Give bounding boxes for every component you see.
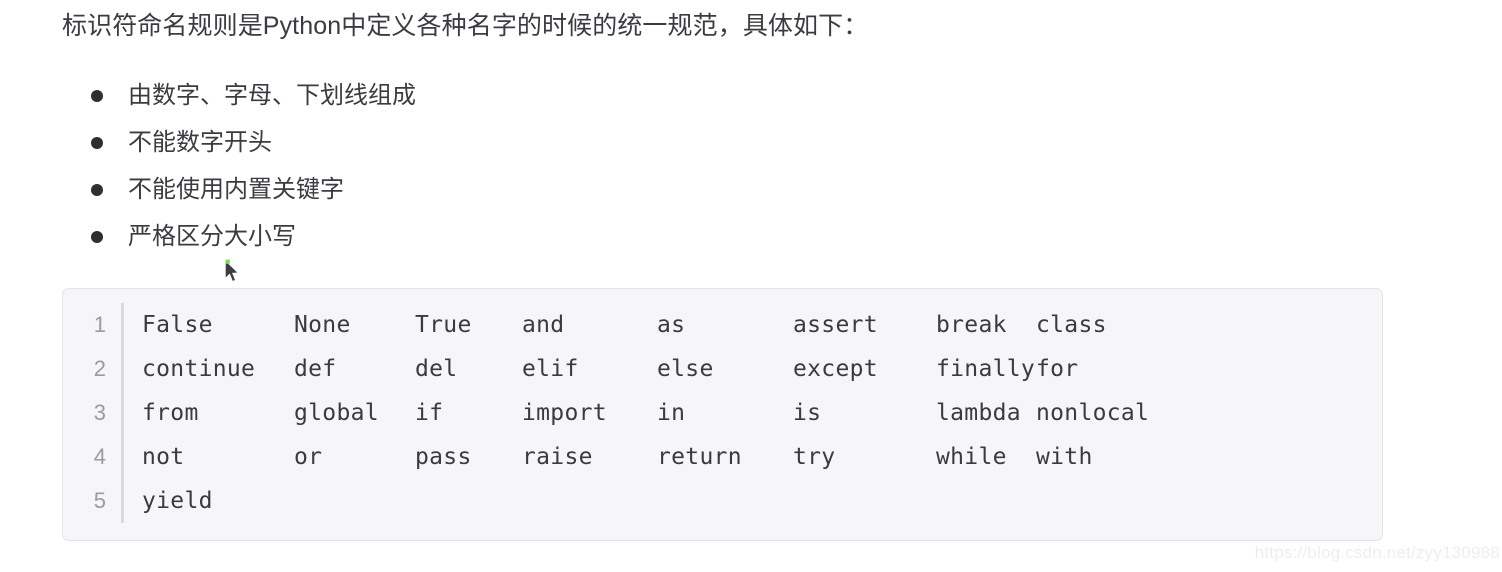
rule-list-item-label: 严格区分大小写 (128, 223, 296, 250)
code-line: 1 False None True and as assert break class (63, 303, 1382, 347)
python-keyword: finally (936, 356, 1036, 382)
python-keyword: False (142, 312, 213, 338)
python-keyword: else (657, 356, 714, 382)
python-keyword: pass (415, 444, 472, 470)
code-block: 1 False None True and as assert break class 2 cont… (62, 288, 1383, 541)
bullet-icon (91, 136, 103, 149)
python-keyword: global (294, 400, 379, 426)
code-lines: 1 False None True and as assert break class 2 cont… (63, 303, 1382, 523)
code-line-content: False None True and as assert break class (124, 312, 1382, 338)
python-keyword: if (415, 400, 444, 426)
code-line-content: from global if import in is lambda nonlocal (124, 400, 1382, 426)
python-keyword: with (1036, 444, 1093, 470)
python-keyword: return (657, 444, 742, 470)
code-line: 2 continue def del elif else except finally for (63, 347, 1382, 391)
python-keyword: try (793, 444, 836, 470)
bullet-icon (91, 183, 103, 196)
python-keyword: in (657, 400, 686, 426)
python-keyword: True (415, 312, 472, 338)
code-line: 4 not or pass raise return try while with (63, 435, 1382, 479)
code-line-number: 1 (93, 312, 106, 337)
bullet-icon (91, 89, 103, 102)
rules-list: 由数字、字母、下划线组成 不能数字开头不能使用内置关键字 严格区分大小写 (62, 72, 962, 260)
rule-list-item-label: 不能使用内置关键字 (128, 176, 344, 203)
python-keyword: None (294, 312, 351, 338)
python-keyword: for (1036, 356, 1079, 382)
python-keyword: elif (522, 356, 579, 382)
python-keyword: def (294, 356, 337, 382)
rule-list-item: 不能数字开头 (62, 119, 962, 166)
code-line-content: continue def del elif else except finally for (124, 356, 1382, 382)
python-keyword: import (522, 400, 607, 426)
rule-list-item: 由数字、字母、下划线组成 (62, 72, 962, 119)
code-line-number: 4 (93, 444, 106, 469)
bullet-icon (91, 230, 103, 243)
python-keyword: nonlocal (1036, 400, 1150, 426)
rule-list-item: 不能使用内置关键字 (62, 166, 962, 213)
python-keyword: yield (142, 488, 213, 514)
python-keyword: lambda (936, 400, 1021, 426)
rule-list-item: 严格区分大小写 (62, 213, 962, 260)
python-keyword: raise (522, 444, 593, 470)
python-keyword: while (936, 444, 1007, 470)
rule-list-item-label: 由数字、字母、下划线组成 (128, 82, 416, 109)
intro-paragraph: 标识符命名规则是Python中定义各种名字的时候的统一规范，具体如下： (62, 12, 869, 40)
python-keyword: continue (142, 356, 256, 382)
python-keyword: or (294, 444, 323, 470)
python-keyword: and (522, 312, 565, 338)
python-keyword: class (1036, 312, 1107, 338)
code-line: 3 from global if import in is lambda nonlocal (63, 391, 1382, 435)
python-keyword: assert (793, 312, 878, 338)
code-line-content: yield (124, 488, 1382, 514)
python-keyword: del (415, 356, 458, 382)
code-line-number: 5 (93, 488, 106, 513)
python-keyword: from (142, 400, 199, 426)
python-keyword: as (657, 312, 686, 338)
code-line-content: not or pass raise return try while with (124, 444, 1382, 470)
rule-list-item-label: 不能数字开头 (128, 129, 272, 156)
python-keyword: except (793, 356, 878, 382)
code-line-number: 2 (93, 356, 106, 381)
python-keyword: is (793, 400, 822, 426)
code-line: 5 yield (63, 479, 1382, 523)
watermark-url: https://blog.csdn.net/zyy130988 (1254, 543, 1500, 562)
code-line-number: 3 (93, 400, 106, 425)
python-keyword: break (936, 312, 1007, 338)
python-keyword: not (142, 444, 185, 470)
mouse-pointer-icon (224, 259, 240, 283)
